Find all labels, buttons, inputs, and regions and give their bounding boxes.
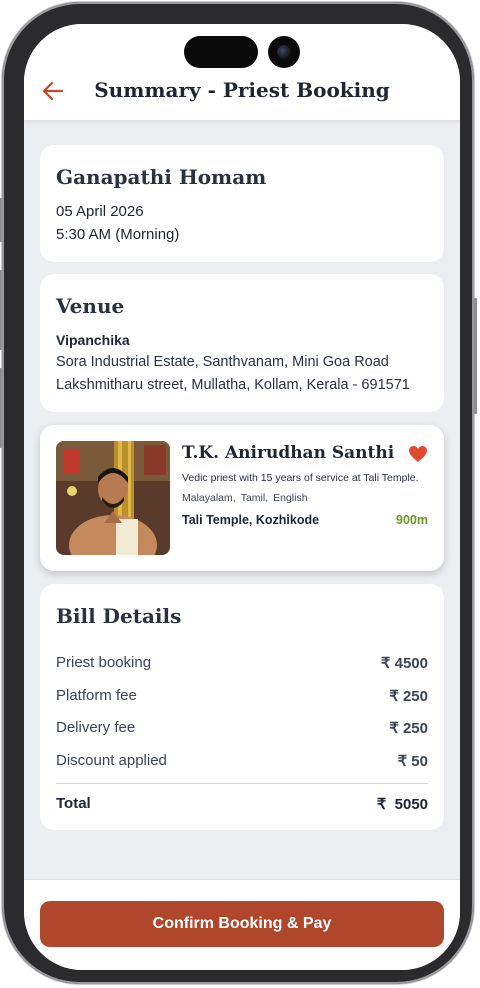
- service-name: Ganapathi Homam: [56, 165, 267, 189]
- bill-row-label: Discount applied: [56, 752, 167, 769]
- app-screen: Summary - Priest Booking Ganapathi Homam…: [24, 24, 460, 970]
- heart-icon: [409, 446, 427, 462]
- dynamic-island: [184, 36, 258, 68]
- bill-total-label: Total: [56, 795, 91, 812]
- venue-name: Vipanchika: [56, 332, 130, 348]
- priest-distance: 900m: [396, 513, 428, 527]
- priest-temple: Tali Temple, Kozhikode: [182, 513, 320, 527]
- service-time: 5:30 AM (Morning): [56, 226, 180, 243]
- bill-row-label: Priest booking: [56, 654, 152, 671]
- favorite-button[interactable]: [408, 445, 428, 463]
- bill-row: Delivery fee ₹ 250: [56, 719, 428, 737]
- confirm-booking-button[interactable]: Confirm Booking & Pay: [40, 901, 444, 947]
- venue-heading: Venue: [56, 294, 125, 318]
- bill-row-value: ₹ 250: [389, 688, 428, 705]
- divider: [56, 783, 428, 784]
- bill-row: Discount applied ₹ 50: [56, 752, 428, 770]
- bill-row: Priest booking ₹ 4500: [56, 654, 428, 672]
- power-button: [474, 298, 477, 414]
- bill-row: Platform fee ₹ 250: [56, 687, 428, 705]
- bill-row-label: Delivery fee: [56, 719, 136, 736]
- volume-up-button: [0, 270, 2, 350]
- volume-down-button: [0, 368, 2, 448]
- priest-card[interactable]: T.K. Anirudhan Santhi Vedic priest with …: [40, 425, 444, 571]
- language-tag: Malayalam,: [182, 492, 236, 504]
- priest-languages: Malayalam, Tamil, English: [182, 492, 308, 504]
- service-date: 05 April 2026: [56, 203, 144, 220]
- bill-heading: Bill Details: [56, 604, 182, 628]
- bill-row-value: ₹ 4500: [380, 655, 428, 672]
- language-tag: English: [273, 492, 308, 504]
- action-button: [0, 198, 2, 242]
- service-card: Ganapathi Homam 05 April 2026 5:30 AM (M…: [40, 145, 444, 262]
- venue-card: Venue Vipanchika Sora Industrial Estate,…: [40, 274, 444, 412]
- bill-row-value: ₹ 250: [389, 720, 428, 737]
- venue-address-line1: Sora Industrial Estate, Santhvanam, Mini…: [56, 354, 389, 370]
- bill-total-row: Total ₹ 5050: [56, 795, 428, 813]
- bill-row-label: Platform fee: [56, 687, 137, 704]
- priest-name: T.K. Anirudhan Santhi: [182, 443, 395, 463]
- bill-card: Bill Details Priest booking ₹ 4500 Platf…: [40, 584, 444, 830]
- language-tag: Tamil,: [240, 492, 269, 504]
- bill-total-value: ₹ 5050: [376, 796, 428, 813]
- page-title: Summary - Priest Booking: [94, 78, 390, 102]
- footer-bar: Confirm Booking & Pay: [24, 879, 460, 970]
- phone-frame: Summary - Priest Booking Ganapathi Homam…: [0, 2, 477, 984]
- priest-bio: Vedic priest with 15 years of service at…: [182, 472, 419, 484]
- bill-row-value: ₹ 50: [397, 753, 428, 770]
- venue-address-line2: Lakshmitharu street, Mullatha, Kollam, K…: [56, 377, 410, 393]
- front-camera: [268, 36, 300, 68]
- priest-photo: [56, 441, 170, 555]
